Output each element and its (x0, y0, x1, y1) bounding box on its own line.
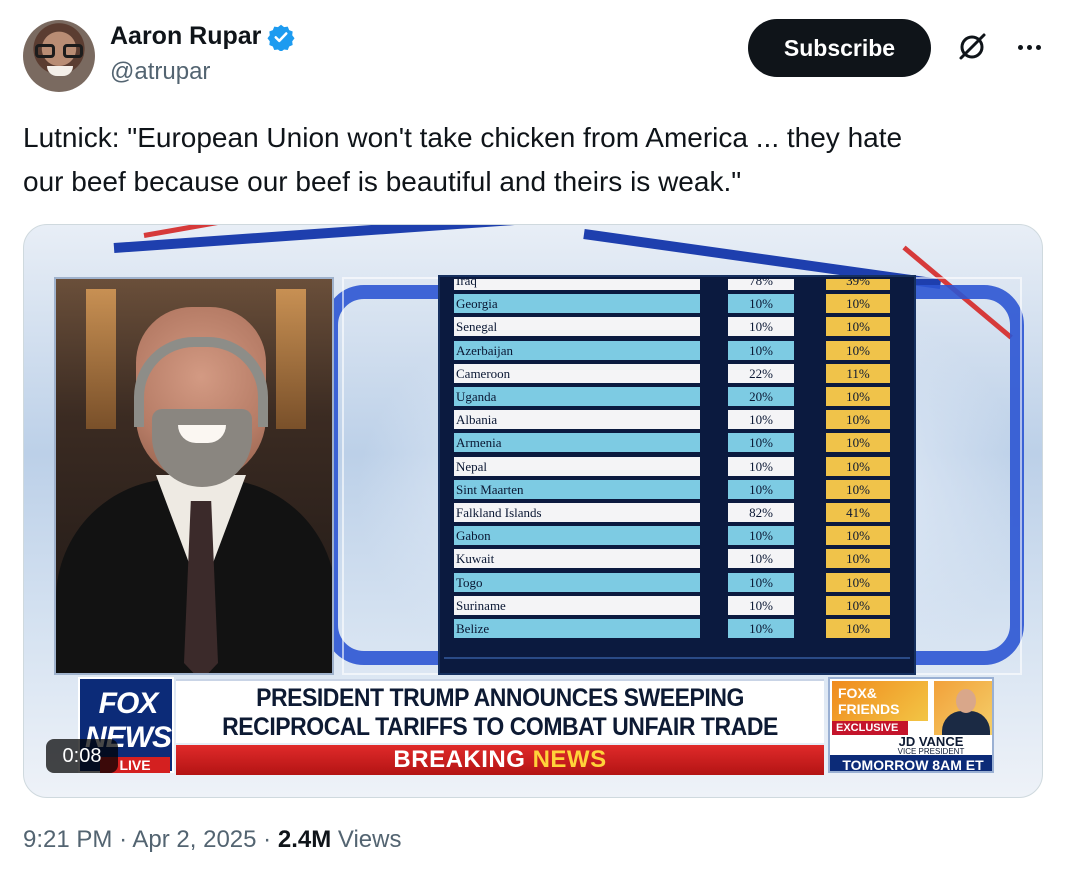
tariff-country: Kuwait (454, 549, 700, 569)
tweet-time[interactable]: 9:21 PM (23, 826, 112, 853)
tariff-charged: 10% (728, 526, 794, 546)
tariff-reciprocal: 10% (826, 433, 890, 453)
promo-show-name: FOX& FRIENDS (832, 681, 928, 721)
tariff-table-row: Suriname 10% 10% (438, 595, 898, 616)
grok-icon[interactable] (955, 30, 989, 64)
tariff-country: Albania (454, 410, 700, 430)
tariff-country: Cameroon (454, 363, 700, 383)
tweet-date[interactable]: Apr 2, 2025 (132, 826, 256, 853)
tweet-text: Lutnick: "European Union won't take chic… (23, 116, 1043, 204)
tariff-table-row: Cameroon 22% 11% (438, 363, 898, 384)
verified-badge-icon (267, 24, 295, 51)
tariff-country: Gabon (454, 526, 700, 546)
tariff-charged: 10% (728, 410, 794, 430)
tariff-table-row: Gabon 10% 10% (438, 526, 898, 546)
tariff-charged: 10% (728, 572, 794, 592)
tariff-charged: 10% (728, 433, 794, 453)
tariff-country: Falkland Islands (454, 503, 700, 522)
tariff-country: Azerbaijan (454, 340, 700, 360)
tariff-country: Sint Maarten (454, 479, 700, 499)
tariff-charged: 20% (728, 387, 794, 406)
tariff-country: Senegal (454, 317, 700, 337)
tariff-country: Georgia (454, 294, 700, 314)
tariff-reciprocal: 10% (826, 619, 890, 638)
avatar-glasses (33, 44, 85, 58)
tariff-charged: 10% (728, 619, 794, 638)
show-promo: FOX& FRIENDS EXCLUSIVE JD VANCE VICE PRE… (828, 677, 994, 773)
views-label: Views (337, 826, 402, 853)
video-player[interactable]: Iraq 78% 39% Georgia 10% 10% Senegal 10% 10% Azer… (23, 224, 1043, 798)
tariff-table-row: Senegal 10% 10% (438, 317, 898, 337)
tariff-table-row: Uganda 20% 10% (438, 387, 898, 407)
meta-separator: · (263, 826, 272, 853)
more-icon[interactable] (1012, 34, 1046, 60)
tariff-reciprocal: 10% (826, 317, 890, 337)
video-duration: 0:08 (46, 739, 118, 773)
tariff-country: Armenia (454, 433, 700, 453)
tariff-reciprocal: 11% (826, 363, 890, 383)
tariff-country: Belize (454, 619, 700, 638)
views-count: 2.4M (277, 826, 332, 853)
tariff-reciprocal: 10% (826, 340, 890, 360)
tariff-charged: 10% (728, 456, 794, 476)
tariff-reciprocal: 10% (826, 595, 890, 615)
tariff-charged: 22% (728, 363, 794, 383)
promo-time: TOMORROW 8AM ET (830, 755, 992, 771)
tariff-table-row: Azerbaijan 10% 10% (438, 340, 898, 361)
avatar[interactable] (23, 20, 95, 92)
tariff-reciprocal: 10% (826, 410, 890, 430)
tariff-reciprocal: 10% (826, 549, 890, 569)
tariff-table-row: Sint Maarten 10% 10% (438, 479, 898, 500)
tariff-table-row: Falkland Islands 82% 41% (438, 503, 898, 523)
tariff-country: Suriname (454, 595, 700, 615)
tariff-table-row: Belize 10% 10% (438, 619, 898, 639)
tariff-table-footer (444, 657, 910, 675)
tariff-table-row: Armenia 10% 10% (438, 433, 898, 453)
tariff-charged: 10% (728, 549, 794, 569)
tariff-charged: 10% (728, 595, 794, 615)
tariff-table-row: Togo 10% 10% (438, 572, 898, 593)
tariff-reciprocal: 10% (826, 526, 890, 546)
avatar-smile (47, 66, 73, 76)
tariff-reciprocal: 41% (826, 503, 890, 522)
tariff-charged: 10% (728, 479, 794, 499)
news-headline: PRESIDENT TRUMP ANNOUNCES SWEEPING RECIP… (176, 679, 824, 770)
tweet-text-line-1: Lutnick: "European Union won't take chic… (23, 122, 903, 153)
promo-guest-portrait (934, 681, 992, 735)
tariff-charged: 10% (728, 294, 794, 314)
promo-exclusive-tag: EXCLUSIVE (832, 721, 908, 735)
tariff-country: Togo (454, 572, 700, 592)
tariff-reciprocal: 10% (826, 572, 890, 592)
tariff-country: Uganda (454, 387, 700, 406)
tariff-country: Nepal (454, 456, 700, 476)
author-name-row: Aaron Rupar (110, 22, 295, 51)
tariff-charged: 10% (728, 340, 794, 360)
author-display-name[interactable]: Aaron Rupar (110, 22, 261, 51)
subscribe-button[interactable]: Subscribe (748, 19, 931, 77)
tariff-reciprocal: 10% (826, 479, 890, 499)
tweet-text-line-2: our beef because our beef is beautiful a… (23, 166, 742, 197)
tariff-reciprocal: 10% (826, 294, 890, 314)
author-handle[interactable]: @atrupar (110, 58, 210, 86)
tariff-reciprocal: 10% (826, 387, 890, 406)
meta-separator: · (119, 826, 128, 853)
tariff-table-row: Georgia 10% 10% (438, 294, 898, 314)
tariff-table-row: Nepal 10% 10% (438, 456, 898, 477)
tariff-charged: 82% (728, 503, 794, 522)
tariff-charged: 10% (728, 317, 794, 337)
tweet-meta: 9:21 PM · Apr 2, 2025 · 2.4M Views (23, 826, 401, 854)
breaking-news-banner: BREAKING NEWS (176, 745, 824, 775)
video-guest-feed (54, 277, 334, 675)
tariff-table-row: Kuwait 10% 10% (438, 549, 898, 569)
tariff-reciprocal: 10% (826, 456, 890, 476)
headline-line-1: PRESIDENT TRUMP ANNOUNCES SWEEPING (256, 684, 744, 712)
tariff-table-row: Albania 10% 10% (438, 410, 898, 430)
